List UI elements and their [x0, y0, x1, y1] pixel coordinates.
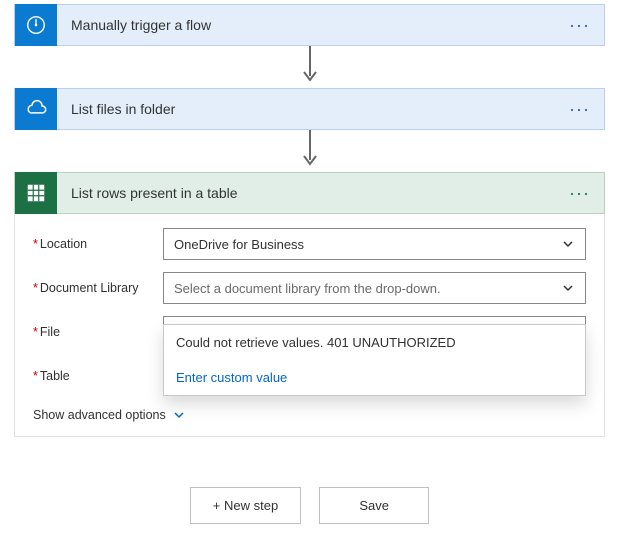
excel-icon — [15, 172, 57, 214]
show-advanced-label: Show advanced options — [33, 408, 166, 422]
field-label: *Location — [33, 237, 163, 251]
more-menu-icon[interactable]: ··· — [555, 99, 604, 120]
document-library-dropdown-open: Could not retrieve values. 401 UNAUTHORI… — [163, 324, 586, 396]
new-step-button[interactable]: + New step — [190, 487, 301, 524]
chevron-down-icon — [172, 408, 186, 422]
select-value: OneDrive for Business — [174, 237, 561, 252]
dropdown-error-item[interactable]: Could not retrieve values. 401 UNAUTHORI… — [164, 325, 585, 360]
field-location: *Location OneDrive for Business — [33, 228, 586, 260]
more-menu-icon[interactable]: ··· — [555, 183, 604, 204]
step-trigger-card[interactable]: Manually trigger a flow ··· — [14, 4, 605, 46]
field-document-library: *Document Library Select a document libr… — [33, 272, 586, 304]
chevron-down-icon — [561, 237, 575, 251]
chevron-down-icon — [561, 281, 575, 295]
onedrive-icon — [15, 88, 57, 130]
action-body: *Location OneDrive for Business *Documen… — [14, 214, 605, 437]
manual-trigger-icon — [15, 4, 57, 46]
field-label: *File — [33, 325, 163, 339]
field-table: *Table Select a table from the drop-down… — [33, 360, 586, 392]
connector-arrow — [14, 46, 605, 88]
connector-arrow — [14, 130, 605, 172]
field-label: *Table — [33, 369, 163, 383]
select-placeholder: Select a document library from the drop-… — [174, 281, 561, 296]
step-listfiles-card[interactable]: List files in folder ··· — [14, 88, 605, 130]
step-title: Manually trigger a flow — [57, 17, 555, 33]
step-listrows-card[interactable]: List rows present in a table ··· — [14, 172, 605, 214]
step-title: List files in folder — [57, 101, 555, 117]
show-advanced-toggle[interactable]: Show advanced options — [33, 408, 586, 422]
dropdown-custom-item[interactable]: Enter custom value — [164, 360, 585, 395]
document-library-select[interactable]: Select a document library from the drop-… — [163, 272, 586, 304]
save-button[interactable]: Save — [319, 487, 429, 524]
field-label: *Document Library — [33, 281, 163, 295]
more-menu-icon[interactable]: ··· — [555, 15, 604, 36]
step-title: List rows present in a table — [57, 185, 555, 201]
footer-actions: + New step Save — [14, 487, 605, 524]
location-select[interactable]: OneDrive for Business — [163, 228, 586, 260]
